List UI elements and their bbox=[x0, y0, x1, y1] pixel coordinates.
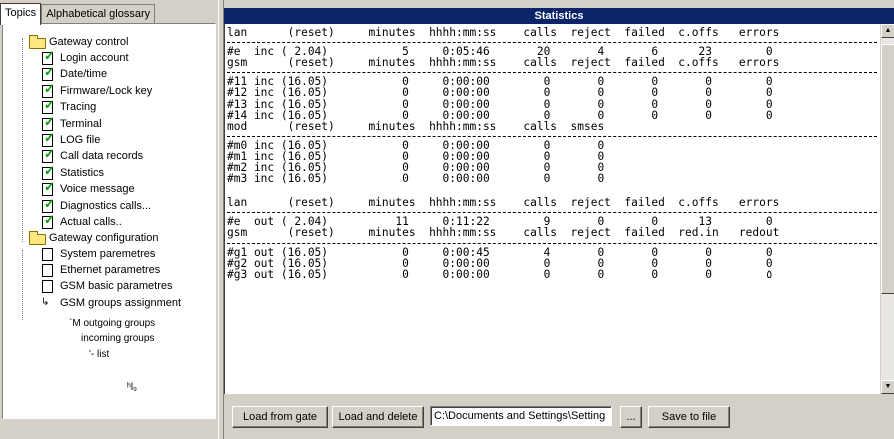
tree-connector bbox=[22, 38, 23, 242]
tree-node-label: Gateway configuration bbox=[49, 232, 159, 244]
tree-artifact-text: ʰl₉ bbox=[127, 382, 138, 393]
stats-line: gsm (reset) minutes hhhh:mm:ss calls rej… bbox=[227, 226, 780, 240]
tree-node-item[interactable]: ↳ GSM groups assignment bbox=[41, 295, 181, 311]
checked-page-icon: ✓ bbox=[42, 97, 55, 115]
tree-node-item[interactable]: ✓ Call data records bbox=[41, 146, 144, 164]
stats-line: #m3 inc (16.05) 0 0:00:00 0 0 bbox=[227, 172, 605, 186]
tree-node-label: GSM groups assignment bbox=[60, 296, 182, 309]
branch-arrow-icon: ↳ bbox=[41, 296, 50, 308]
folder-open-icon bbox=[29, 230, 46, 245]
checked-page-icon: ✓ bbox=[42, 162, 55, 180]
tree-node-label: Diagnostics calls... bbox=[60, 199, 152, 212]
folder-open-icon bbox=[29, 34, 46, 49]
tree-node-label: GSM basic parametres bbox=[60, 280, 173, 293]
tab-strip: Topics Alphabetical glossary bbox=[0, 3, 156, 25]
tree-node-label: Actual calls.. bbox=[60, 216, 122, 228]
page-shape bbox=[42, 264, 53, 278]
tree-node-item[interactable]: ✓ Date/time bbox=[41, 64, 108, 82]
scroll-down-arrow-icon[interactable]: ▼ bbox=[881, 380, 894, 394]
vertical-scrollbar[interactable]: ▲ ▼ bbox=[880, 24, 894, 394]
tree-connector bbox=[22, 250, 23, 320]
statistics-report: lan (reset) minutes hhhh:mm:ss calls rej… bbox=[224, 24, 880, 394]
dashed-separator bbox=[227, 72, 877, 74]
tab-alphabetical-glossary[interactable]: Alphabetical glossary bbox=[41, 4, 156, 24]
checked-page-icon: ✓ bbox=[42, 195, 55, 213]
tree-node-item[interactable]: GSM basic parametres bbox=[41, 278, 172, 294]
tree-node-gateway-configuration[interactable]: Gateway configuration bbox=[29, 230, 158, 246]
stats-line: lan (reset) minutes hhhh:mm:ss calls rej… bbox=[227, 26, 780, 39]
stats-line: lan (reset) minutes hhhh:mm:ss calls rej… bbox=[227, 196, 780, 210]
tree-node-label: Terminal bbox=[60, 117, 102, 130]
load-and-delete-button[interactable]: Load and delete bbox=[332, 406, 424, 428]
tree-node-item[interactable]: ✓ Diagnostics calls... bbox=[41, 195, 152, 214]
page-icon bbox=[41, 263, 57, 278]
topics-tree: Gateway control ✓ Login account ✓ Date/time… bbox=[2, 23, 216, 419]
checked-page-icon: ✓ bbox=[42, 48, 55, 65]
page-icon bbox=[41, 279, 57, 294]
tree-node-item[interactable]: ✓ Actual calls.. bbox=[41, 212, 122, 230]
tree-node-item[interactable]: ✓ Voice message bbox=[41, 179, 135, 197]
tree-node-incoming-groups[interactable]: incoming groups bbox=[81, 333, 154, 344]
stats-line: #g1 out (16.05) 0 0:00:45 4 0 0 0 0 bbox=[227, 245, 773, 259]
tree-node-item[interactable]: System paremetres bbox=[41, 246, 155, 262]
tree-node-label: Login account bbox=[60, 52, 129, 64]
tree-node-label: Voice message bbox=[60, 183, 135, 196]
tree-node-label: Tracing bbox=[60, 101, 97, 114]
save-to-file-button[interactable]: Save to file bbox=[648, 406, 730, 428]
tree-node-item[interactable]: ✓ Firmware/Lock key bbox=[41, 80, 153, 99]
checked-page-icon: ✓ bbox=[42, 179, 55, 197]
dashed-separator bbox=[227, 212, 877, 214]
dashed-separator bbox=[227, 242, 877, 244]
tab-topics[interactable]: Topics bbox=[0, 3, 42, 25]
stats-line: #13 inc (16.05) 0 0:00:00 0 0 0 0 0 bbox=[227, 97, 773, 111]
tree-node-item[interactable]: ✓ Tracing bbox=[41, 97, 97, 115]
page-shape bbox=[42, 280, 53, 294]
dashed-separator bbox=[227, 42, 877, 44]
checked-page-icon: ✓ bbox=[42, 212, 55, 229]
tree-node-label: Date/time bbox=[60, 68, 108, 81]
page-icon bbox=[41, 247, 57, 261]
tree-node-label: Firmware/Lock key bbox=[60, 84, 153, 97]
tree-node-label: Call data records bbox=[60, 150, 144, 163]
file-path-field[interactable]: C:\Documents and Settings\Setting bbox=[430, 406, 612, 426]
tree-node-label: System paremetres bbox=[60, 248, 156, 260]
tree-node-label: Statistics bbox=[60, 166, 105, 179]
dashed-separator bbox=[227, 135, 877, 137]
stats-line: mod (reset) minutes hhhh:mm:ss calls sms… bbox=[227, 119, 605, 133]
tree-node-label: Ethernet parametres bbox=[60, 264, 161, 277]
page-shape bbox=[42, 248, 53, 261]
checked-page-icon: ✓ bbox=[42, 130, 55, 147]
checked-page-icon: ✓ bbox=[42, 80, 55, 98]
stats-line: gsm (reset) minutes hhhh:mm:ss calls rej… bbox=[227, 56, 780, 70]
checked-page-icon: ✓ bbox=[42, 113, 55, 131]
load-from-gate-button[interactable]: Load from gate bbox=[232, 406, 328, 428]
tree-node-label: Gateway control bbox=[49, 36, 129, 48]
checked-page-icon: ✓ bbox=[42, 146, 55, 164]
tree-node-outgoing-groups[interactable]: `M outgoing groups bbox=[69, 318, 155, 329]
statistics-panel: Statistics lan (reset) minutes hhhh:mm:s… bbox=[224, 0, 894, 439]
statistics-title: Statistics bbox=[224, 8, 894, 24]
browse-button[interactable]: ... bbox=[620, 406, 642, 428]
checked-page-icon: ✓ bbox=[42, 64, 55, 82]
left-panel: Topics Alphabetical glossary Gateway con… bbox=[0, 0, 218, 439]
stats-line: #12 inc (16.05) 0 0:00:00 0 0 0 0 0 bbox=[227, 86, 773, 100]
scroll-up-arrow-icon[interactable]: ▲ bbox=[881, 24, 894, 38]
stats-line: #g3 out (16.05) 0 0:00:00 0 0 0 0 ٥ bbox=[227, 267, 773, 281]
tree-node-item[interactable]: Ethernet parametres bbox=[41, 262, 160, 278]
scrollbar-thumb[interactable] bbox=[881, 44, 894, 294]
tree-node-label: LOG file bbox=[60, 134, 101, 146]
tree-node-list[interactable]: '- list bbox=[89, 349, 109, 360]
